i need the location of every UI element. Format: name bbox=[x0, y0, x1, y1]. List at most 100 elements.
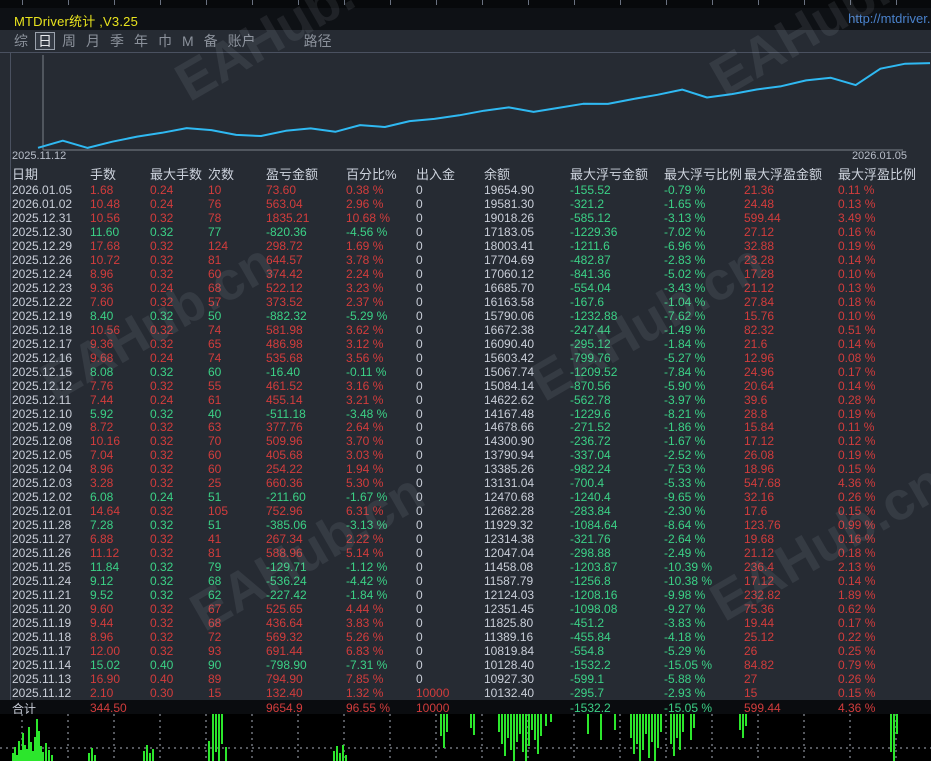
cell: 2025.11.12 bbox=[10, 686, 88, 700]
table-row[interactable]: 2025.11.276.880.3241267.342.22 %012314.3… bbox=[0, 532, 931, 546]
menu-item-7[interactable]: 巾 bbox=[156, 33, 174, 49]
menu-item-path[interactable]: 路径 bbox=[304, 31, 332, 51]
table-row[interactable]: 2025.12.2610.720.3281644.573.78 %017704.… bbox=[0, 253, 931, 267]
table-total-row: 合计344.509654.996.55 %10000-1532.2-15.05 … bbox=[0, 700, 931, 714]
histogram-bar bbox=[522, 714, 524, 752]
table-row[interactable]: 2025.11.1712.000.3293691.446.83 %010819.… bbox=[0, 644, 931, 658]
cell: 0.15 % bbox=[836, 686, 921, 700]
cell: 2025.11.14 bbox=[10, 658, 88, 672]
table-row[interactable]: 2025.12.048.960.3260254.221.94 %013385.2… bbox=[0, 462, 931, 476]
cell: 24.96 bbox=[742, 365, 836, 379]
mtdriver-stats-window: MTDriver统计 ,V3.25 http://mtdriver.c 综日周月… bbox=[0, 0, 931, 761]
table-row[interactable]: 2025.12.0810.160.3270509.963.70 %014300.… bbox=[0, 434, 931, 448]
table-row[interactable]: 2025.12.026.080.2451-211.60-1.67 %012470… bbox=[0, 490, 931, 504]
histogram-bar bbox=[12, 753, 14, 761]
cell: 8.08 bbox=[88, 365, 148, 379]
table-row[interactable]: 2025.11.249.120.3268-536.24-4.42 %011587… bbox=[0, 574, 931, 588]
cell: -10.38 % bbox=[662, 574, 742, 588]
ruler-tick bbox=[712, 0, 713, 5]
histogram-bar bbox=[525, 714, 527, 761]
menu-item-9[interactable]: 备 bbox=[202, 33, 220, 49]
table-row[interactable]: 2025.12.3110.560.32781835.2110.68 %01901… bbox=[0, 211, 931, 225]
cell: -236.72 bbox=[568, 434, 662, 448]
table-row[interactable]: 2025.12.248.960.3260374.422.24 %017060.1… bbox=[0, 267, 931, 281]
menu-item-4[interactable]: 月 bbox=[84, 33, 102, 49]
cell: 2025.11.17 bbox=[10, 644, 88, 658]
cell: 0.18 % bbox=[836, 295, 921, 309]
table-row[interactable]: 2025.12.0114.640.32105752.966.31 %012682… bbox=[0, 504, 931, 518]
histogram-bar bbox=[18, 741, 20, 761]
table-row[interactable]: 2025.12.179.360.3265486.983.12 %016090.4… bbox=[0, 337, 931, 351]
table-row[interactable]: 2025.11.1316.900.4089794.907.85 %010927.… bbox=[0, 672, 931, 686]
table-row[interactable]: 2025.11.209.600.3267525.654.44 %012351.4… bbox=[0, 602, 931, 616]
cell: 26.08 bbox=[742, 448, 836, 462]
ruler-tick bbox=[482, 0, 483, 5]
table-row[interactable]: 2025.12.057.040.3260405.683.03 %013790.9… bbox=[0, 448, 931, 462]
table-header-row: 日期手数最大手数次数盈亏金额百分比%出入金余额最大浮亏金额最大浮亏比例最大浮盈金… bbox=[0, 163, 931, 183]
column-header: 最大浮盈比例 bbox=[836, 164, 921, 183]
cell: 0 bbox=[414, 393, 482, 407]
cell: -1208.16 bbox=[568, 588, 662, 602]
menu-item-3[interactable]: 周 bbox=[60, 33, 78, 49]
activity-histogram-panel bbox=[0, 714, 931, 761]
cell: 0.32 bbox=[148, 323, 206, 337]
table-row[interactable]: 2025.12.239.360.2468522.123.23 %016685.7… bbox=[0, 281, 931, 295]
table-row[interactable]: 2025.12.3011.600.3277-820.36-4.56 %01718… bbox=[0, 225, 931, 239]
menu-item-1[interactable]: 综 bbox=[12, 33, 30, 49]
cell: 50 bbox=[206, 309, 264, 323]
cell: -155.52 bbox=[568, 183, 662, 197]
table-row[interactable]: 2025.11.122.100.3015132.401.32 %10000101… bbox=[0, 686, 931, 700]
menu-item-10[interactable]: 账户 bbox=[226, 33, 258, 49]
cell: 0.32 bbox=[148, 337, 206, 351]
table-row[interactable]: 2025.12.033.280.3225660.365.30 %013131.0… bbox=[0, 476, 931, 490]
table-row[interactable]: 2025.11.2511.840.3279-129.71-1.12 %01145… bbox=[0, 560, 931, 574]
cell: 9.36 bbox=[88, 281, 148, 295]
cell: 62 bbox=[206, 588, 264, 602]
table-row[interactable]: 2025.12.105.920.3240-511.18-3.48 %014167… bbox=[0, 407, 931, 421]
histogram-bar bbox=[40, 746, 42, 761]
cell: 0.32 bbox=[148, 309, 206, 323]
daily-stats-table: 日期手数最大手数次数盈亏金额百分比%出入金余额最大浮亏金额最大浮亏比例最大浮盈金… bbox=[0, 163, 931, 714]
cell: 0 bbox=[414, 309, 482, 323]
table-row[interactable]: 2025.12.127.760.3255461.523.16 %015084.1… bbox=[0, 379, 931, 393]
table-row[interactable]: 2025.12.169.680.2474535.683.56 %015603.4… bbox=[0, 351, 931, 365]
menu-item-5[interactable]: 季 bbox=[108, 33, 126, 49]
cell: 15067.74 bbox=[482, 365, 568, 379]
table-row[interactable]: 2025.12.117.440.2461455.143.21 %014622.6… bbox=[0, 393, 931, 407]
table-row[interactable]: 2025.11.287.280.3251-385.06-3.13 %011929… bbox=[0, 518, 931, 532]
table-row[interactable]: 2025.11.2611.120.3281588.965.14 %012047.… bbox=[0, 546, 931, 560]
cell: 89 bbox=[206, 672, 264, 686]
table-row[interactable]: 2026.01.051.680.241073.600.38 %019654.90… bbox=[0, 183, 931, 197]
table-row[interactable]: 2025.12.2917.680.32124298.721.69 %018003… bbox=[0, 239, 931, 253]
cell: 2025.11.13 bbox=[10, 672, 88, 686]
table-row[interactable]: 2025.11.188.960.3272569.325.26 %011389.1… bbox=[0, 630, 931, 644]
vendor-url-link[interactable]: http://mtdriver.c bbox=[848, 11, 931, 26]
cell: -298.88 bbox=[568, 546, 662, 560]
table-row[interactable]: 2025.12.158.080.3260-16.40-0.11 %015067.… bbox=[0, 365, 931, 379]
cell: 0 bbox=[414, 337, 482, 351]
table-row[interactable]: 2025.12.198.400.3250-882.32-5.29 %015790… bbox=[0, 309, 931, 323]
cell: 67 bbox=[206, 602, 264, 616]
cell: 8.96 bbox=[88, 630, 148, 644]
cell: 25 bbox=[206, 476, 264, 490]
cell: -820.36 bbox=[264, 225, 344, 239]
menu-item-2[interactable]: 日 bbox=[36, 33, 54, 49]
table-row[interactable]: 2025.12.227.600.3257373.522.37 %016163.5… bbox=[0, 295, 931, 309]
table-row[interactable]: 2026.01.0210.480.2476563.042.96 %019581.… bbox=[0, 197, 931, 211]
histogram-bar bbox=[221, 714, 223, 744]
cell: -3.83 % bbox=[662, 616, 742, 630]
cell: 1.94 % bbox=[344, 462, 414, 476]
cell: -211.60 bbox=[264, 490, 344, 504]
cell: 3.12 % bbox=[344, 337, 414, 351]
table-row[interactable]: 2025.12.098.720.3263377.762.64 %014678.6… bbox=[0, 420, 931, 434]
menu-item-6[interactable]: 年 bbox=[132, 33, 150, 49]
histogram-bar bbox=[510, 714, 512, 750]
cell: 0.32 bbox=[148, 476, 206, 490]
table-row[interactable]: 2025.11.219.520.3262-227.42-1.84 %012124… bbox=[0, 588, 931, 602]
table-row[interactable]: 2025.11.199.440.3268436.643.83 %011825.8… bbox=[0, 616, 931, 630]
cell: 547.68 bbox=[742, 476, 836, 490]
table-row[interactable]: 2025.12.1810.560.3274581.983.62 %016672.… bbox=[0, 323, 931, 337]
menu-item-8[interactable]: M bbox=[180, 33, 196, 49]
table-row[interactable]: 2025.11.1415.020.4090-798.90-7.31 %01012… bbox=[0, 658, 931, 672]
cell: 0 bbox=[414, 183, 482, 197]
